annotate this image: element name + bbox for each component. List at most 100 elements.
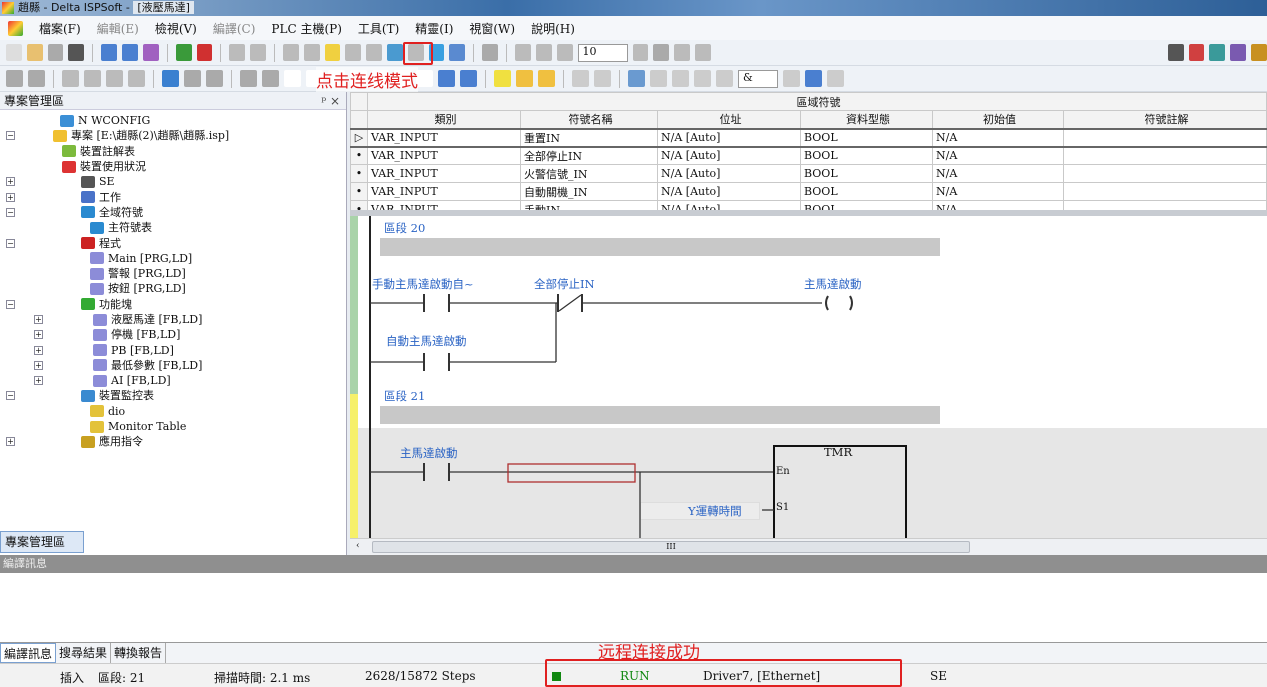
- toolbar-button-icon[interactable]: [101, 44, 118, 61]
- tree-item[interactable]: + 工作: [0, 189, 346, 204]
- table-cell[interactable]: 自動關機_IN: [520, 182, 658, 201]
- toolbar-button-icon[interactable]: [47, 44, 64, 61]
- toolbar-button-icon[interactable]: [6, 70, 23, 87]
- expand-icon[interactable]: +: [6, 192, 15, 202]
- tree-item[interactable]: − 程式: [0, 235, 346, 250]
- toolbar-button-icon[interactable]: [783, 70, 800, 87]
- toolbar-button-icon[interactable]: [805, 70, 822, 87]
- tree-item[interactable]: + 應用指令: [0, 434, 346, 449]
- toolbar-button-icon[interactable]: [1251, 44, 1267, 61]
- collapse-icon[interactable]: −: [6, 391, 15, 401]
- column-header[interactable]: 資料型態: [800, 110, 933, 129]
- zoom-input[interactable]: 10: [577, 43, 628, 62]
- toolbar-button-icon[interactable]: [26, 44, 43, 61]
- toolbar-button-icon[interactable]: [366, 44, 382, 61]
- toolbar-button-icon[interactable]: [240, 70, 257, 87]
- scroll-thumb[interactable]: III: [372, 541, 970, 553]
- column-header[interactable]: 初始值: [932, 110, 1064, 129]
- toolbar-button-icon[interactable]: [494, 70, 511, 87]
- tree-item[interactable]: 裝置使用狀況: [0, 159, 346, 174]
- contact-main-motor-label[interactable]: 主馬達啟動: [400, 445, 458, 461]
- tmr-block-title[interactable]: TMR: [824, 445, 852, 459]
- toolbar-button-icon[interactable]: [68, 44, 85, 61]
- toolbar-button-icon[interactable]: [538, 70, 555, 87]
- toolbar-button-icon[interactable]: [672, 70, 689, 87]
- row-marker-icon[interactable]: •: [350, 146, 368, 165]
- toolbar-button-icon[interactable]: [184, 70, 201, 87]
- tree-item[interactable]: N WCONFIG: [0, 113, 346, 128]
- table-row[interactable]: • VAR_INPUT 火警信號_IN N/A [Auto] BOOL N/A: [350, 164, 1267, 183]
- table-cell[interactable]: 全部停止IN: [520, 146, 658, 165]
- table-cell[interactable]: [1063, 164, 1267, 183]
- toolbar-button-icon[interactable]: [1188, 44, 1205, 61]
- table-cell[interactable]: N/A [Auto]: [657, 164, 801, 183]
- tree-item[interactable]: 警報 [PRG,LD]: [0, 266, 346, 281]
- row-marker-icon[interactable]: •: [350, 164, 368, 183]
- expand-icon[interactable]: +: [6, 437, 15, 447]
- menu-item-3[interactable]: 編譯(C): [213, 20, 256, 37]
- toolbar-button-icon[interactable]: [1209, 44, 1226, 61]
- pin-close-icon[interactable]: ᵖ ×: [321, 92, 340, 110]
- tree-item[interactable]: 按鈕 [PRG,LD]: [0, 281, 346, 296]
- collapse-icon[interactable]: −: [6, 299, 15, 309]
- tree-item[interactable]: Main [PRG,LD]: [0, 251, 346, 266]
- toolbar-button-icon[interactable]: [535, 44, 552, 61]
- table-cell[interactable]: N/A [Auto]: [657, 127, 801, 148]
- tree-item[interactable]: + SE: [0, 174, 346, 189]
- s1-variable-label[interactable]: Y運轉時間: [688, 503, 742, 519]
- row-marker-icon[interactable]: ▷: [350, 127, 368, 148]
- menu-item-2[interactable]: 檢視(V): [155, 20, 197, 37]
- toolbar-button-icon[interactable]: [694, 44, 711, 61]
- toolbar-button-icon[interactable]: [1230, 44, 1247, 61]
- tree-item[interactable]: + AI [FB,LD]: [0, 373, 346, 388]
- toolbar-button-icon[interactable]: [122, 44, 138, 61]
- toolbar-button-icon[interactable]: [716, 70, 733, 87]
- toolbar-button-icon[interactable]: [250, 44, 266, 61]
- toolbar-button-icon[interactable]: [175, 44, 192, 61]
- toolbar-button-icon[interactable]: [650, 70, 667, 87]
- table-cell[interactable]: BOOL: [800, 127, 933, 148]
- ladder-editor[interactable]: 區段 20 手動主馬達啟動自~ 全部停止IN 主馬達啟動 自動主馬達啟動 區段 …: [350, 216, 1267, 538]
- toolbar-button-icon[interactable]: [206, 70, 223, 87]
- toolbar-button-icon[interactable]: [694, 70, 711, 87]
- toolbar-button-icon[interactable]: [674, 44, 690, 61]
- contact-auto-start-label[interactable]: 自動主馬達啟動: [386, 333, 467, 349]
- tree-item[interactable]: − 全域符號: [0, 205, 346, 220]
- collapse-icon[interactable]: −: [6, 238, 15, 248]
- column-header[interactable]: 類別: [367, 110, 521, 129]
- tree-item[interactable]: − 專案 [E:\趙縣(2)\趙縣\趙縣.isp]: [0, 128, 346, 143]
- toolbar-button-icon[interactable]: [282, 44, 299, 61]
- table-cell[interactable]: N/A: [932, 146, 1064, 165]
- menu-item-5[interactable]: 工具(T): [358, 20, 399, 37]
- tree-item[interactable]: Monitor Table: [0, 419, 346, 434]
- toolbar-button-icon[interactable]: [1167, 44, 1184, 61]
- expand-icon[interactable]: +: [6, 177, 15, 187]
- toolbar-button-icon[interactable]: [284, 70, 301, 87]
- horizontal-scrollbar[interactable]: ‹ III: [350, 538, 1267, 555]
- toolbar-button-icon[interactable]: [387, 44, 403, 61]
- column-header[interactable]: 位址: [657, 110, 801, 129]
- toolbar-button-icon[interactable]: [62, 70, 79, 87]
- toolbar-button-icon[interactable]: [128, 70, 145, 87]
- table-cell[interactable]: [1063, 127, 1267, 148]
- app-menu-icon[interactable]: [8, 20, 23, 36]
- menu-item-1[interactable]: 編輯(E): [97, 20, 139, 37]
- table-cell[interactable]: N/A: [932, 164, 1064, 183]
- combo-select[interactable]: &: [738, 69, 778, 88]
- table-cell[interactable]: 重置IN: [520, 127, 658, 148]
- collapse-icon[interactable]: −: [6, 131, 15, 141]
- toolbar-button-icon[interactable]: [628, 70, 645, 87]
- toolbar-button-icon[interactable]: [142, 44, 159, 61]
- tree-item[interactable]: + 液壓馬達 [FB,LD]: [0, 312, 346, 327]
- menu-item-7[interactable]: 視窗(W): [469, 20, 515, 37]
- table-cell[interactable]: VAR_INPUT: [367, 146, 521, 165]
- table-cell[interactable]: N/A [Auto]: [657, 146, 801, 165]
- table-cell[interactable]: N/A: [932, 182, 1064, 201]
- toolbar-button-icon[interactable]: [6, 44, 22, 61]
- menu-item-0[interactable]: 檔案(F): [39, 20, 81, 37]
- table-cell[interactable]: BOOL: [800, 146, 933, 165]
- menu-item-6[interactable]: 精靈(I): [415, 20, 453, 37]
- toolbar-button-icon[interactable]: [196, 44, 213, 61]
- table-row[interactable]: • VAR_INPUT 全部停止IN N/A [Auto] BOOL N/A: [350, 146, 1267, 165]
- toolbar-button-icon[interactable]: [438, 70, 455, 87]
